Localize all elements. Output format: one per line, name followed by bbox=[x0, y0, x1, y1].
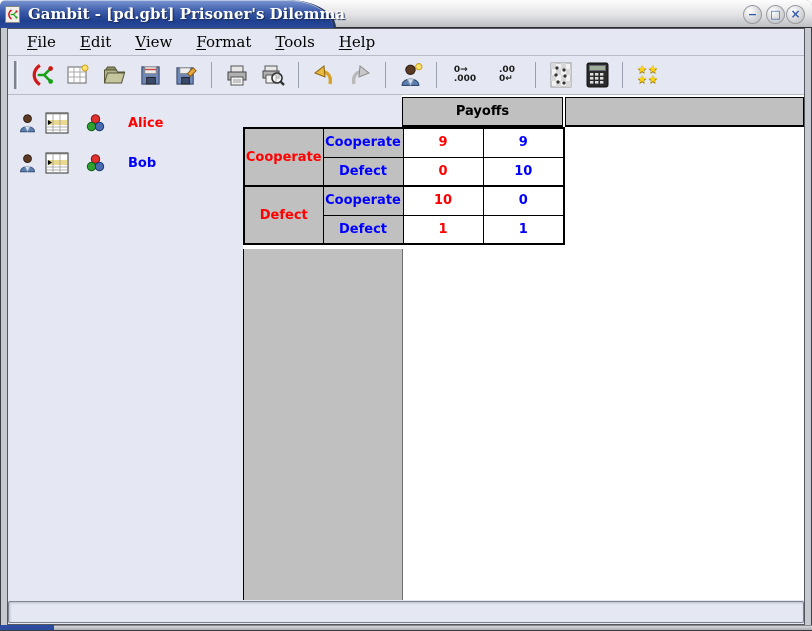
color-balls-icon bbox=[86, 114, 105, 133]
strategy-label-col-defect[interactable]: Defect bbox=[323, 157, 403, 186]
table-row: Defect Cooperate 10 0 bbox=[244, 186, 564, 215]
table-row: Cooperate Cooperate 9 9 bbox=[244, 128, 564, 157]
player2-color-button[interactable] bbox=[82, 150, 108, 176]
player1-strategies-button[interactable] bbox=[44, 110, 70, 136]
strategy-label-col-defect[interactable]: Defect bbox=[323, 215, 403, 244]
gambit-logo-button[interactable] bbox=[26, 60, 58, 90]
quantal-response-button[interactable]: ★★★★ bbox=[632, 60, 664, 90]
payoff-cell-p2[interactable]: 0 bbox=[483, 186, 564, 215]
row-header-filler bbox=[243, 249, 403, 600]
person-icon bbox=[17, 152, 38, 174]
save-floppy-icon bbox=[139, 64, 162, 87]
print-preview-button[interactable] bbox=[257, 60, 289, 90]
save-button[interactable] bbox=[134, 60, 166, 90]
strategy-label-row-defect[interactable]: Defect bbox=[244, 186, 323, 244]
new-game-button[interactable] bbox=[62, 60, 94, 90]
player-row-bob: Bob bbox=[8, 143, 243, 183]
payoff-cell-p1[interactable]: 1 bbox=[403, 215, 483, 244]
close-button[interactable]: × bbox=[786, 5, 805, 24]
add-player-button[interactable] bbox=[395, 60, 427, 90]
player2-strategies-button[interactable] bbox=[44, 150, 70, 176]
calculator-icon bbox=[586, 62, 609, 88]
payoff-table: Cooperate Cooperate 9 9 Defect 0 10 Defe… bbox=[243, 127, 565, 245]
print-button[interactable] bbox=[221, 60, 253, 90]
redo-arrow-icon bbox=[348, 63, 372, 87]
undo-button[interactable] bbox=[308, 60, 340, 90]
toolbar-separator bbox=[211, 62, 212, 88]
player2-properties-button[interactable] bbox=[14, 150, 40, 176]
increase-decimals-icon: 0→.000 bbox=[454, 66, 476, 84]
decrease-decimals-icon: .000↵ bbox=[499, 66, 515, 84]
new-table-icon bbox=[66, 63, 90, 87]
gambit-logo-icon bbox=[6, 8, 19, 21]
player1-properties-button[interactable] bbox=[14, 110, 40, 136]
maximize-button[interactable]: □ bbox=[766, 5, 785, 24]
payoff-cell-p1[interactable]: 0 bbox=[403, 157, 483, 186]
add-player-icon bbox=[399, 62, 424, 88]
strategy-label-col-cooperate[interactable]: Cooperate bbox=[323, 128, 403, 157]
toolbar: 0→.000 .000↵ bbox=[8, 56, 804, 95]
gambit-window: Gambit - [pd.gbt] Prisoner's Dilemma − □… bbox=[0, 0, 812, 631]
strategy-label-col-cooperate[interactable]: Cooperate bbox=[323, 186, 403, 215]
payoffs-column-header: Payoffs bbox=[402, 97, 563, 127]
payoff-cell-p1[interactable]: 9 bbox=[403, 128, 483, 157]
redo-button[interactable] bbox=[344, 60, 376, 90]
player1-color-button[interactable] bbox=[82, 110, 108, 136]
strategy-sheet-icon bbox=[45, 152, 69, 174]
player1-name[interactable]: Alice bbox=[128, 116, 164, 131]
status-bar bbox=[8, 601, 804, 623]
gambit-logo-icon bbox=[29, 61, 55, 89]
main-content: Alice bbox=[8, 95, 804, 600]
menu-file[interactable]: File bbox=[18, 31, 65, 53]
table-corner-blank bbox=[243, 95, 402, 127]
menu-format[interactable]: Format bbox=[187, 31, 260, 53]
decrease-decimals-button[interactable]: .000↵ bbox=[488, 60, 526, 90]
menu-bar: File Edit View Format Tools Help bbox=[8, 29, 804, 56]
randomize-button[interactable] bbox=[545, 60, 577, 90]
window-title: Gambit - [pd.gbt] Prisoner's Dilemma bbox=[28, 5, 345, 23]
menu-tools[interactable]: Tools bbox=[266, 31, 323, 53]
statusbar-area bbox=[8, 600, 804, 624]
empty-column-header bbox=[565, 97, 804, 127]
compute-equilibria-button[interactable] bbox=[581, 60, 613, 90]
toolbar-separator bbox=[622, 62, 623, 88]
payoff-cell-p2[interactable]: 10 bbox=[483, 157, 564, 186]
save-as-button[interactable] bbox=[170, 60, 202, 90]
strategy-label-row-cooperate[interactable]: Cooperate bbox=[244, 128, 323, 186]
toolbar-separator bbox=[385, 62, 386, 88]
toolbar-separator bbox=[436, 62, 437, 88]
players-panel: Alice bbox=[8, 95, 243, 600]
open-button[interactable] bbox=[98, 60, 130, 90]
print-preview-icon bbox=[261, 63, 285, 87]
dice-grid-icon bbox=[550, 62, 572, 88]
title-tab: Gambit - [pd.gbt] Prisoner's Dilemma bbox=[0, 0, 336, 28]
player-row-alice: Alice bbox=[8, 103, 243, 143]
menu-help[interactable]: Help bbox=[330, 31, 384, 53]
gambit-app-icon bbox=[5, 6, 20, 23]
menu-edit[interactable]: Edit bbox=[71, 31, 120, 53]
increase-decimals-button[interactable]: 0→.000 bbox=[446, 60, 484, 90]
toolbar-separator bbox=[535, 62, 536, 88]
minimize-button[interactable]: − bbox=[743, 5, 762, 24]
stars-icon: ★★★★ bbox=[637, 65, 659, 85]
person-icon bbox=[17, 112, 38, 134]
color-balls-icon bbox=[86, 154, 105, 173]
game-table-view: Payoffs Cooperate Cooperate 9 9 Defect 0… bbox=[243, 95, 804, 600]
payoff-cell-p2[interactable]: 9 bbox=[483, 128, 564, 157]
payoff-cell-p2[interactable]: 1 bbox=[483, 215, 564, 244]
payoff-cell-p1[interactable]: 10 bbox=[403, 186, 483, 215]
strategy-sheet-icon bbox=[45, 112, 69, 134]
toolbar-gripper[interactable] bbox=[14, 61, 18, 89]
save-as-icon bbox=[175, 64, 198, 87]
print-icon bbox=[225, 63, 249, 87]
player2-name[interactable]: Bob bbox=[128, 156, 156, 171]
toolbar-separator bbox=[298, 62, 299, 88]
title-bar[interactable]: Gambit - [pd.gbt] Prisoner's Dilemma − □… bbox=[0, 0, 812, 28]
client-area: File Edit View Format Tools Help bbox=[7, 28, 805, 625]
open-folder-icon bbox=[102, 63, 127, 87]
menu-view[interactable]: View bbox=[126, 31, 181, 53]
undo-arrow-icon bbox=[312, 63, 336, 87]
